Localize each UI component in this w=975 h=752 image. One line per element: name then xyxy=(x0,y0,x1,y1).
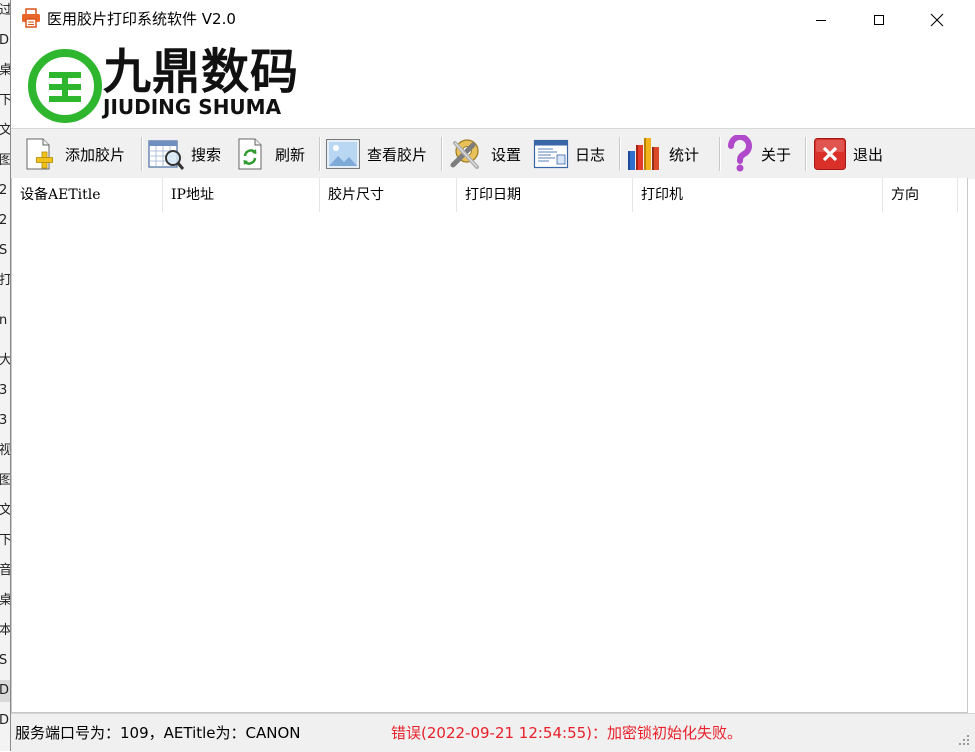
about-button[interactable]: 关于 xyxy=(725,132,791,176)
close-button[interactable] xyxy=(908,0,966,40)
toolbar-separator xyxy=(141,137,143,171)
log-button[interactable]: 日志 xyxy=(533,132,605,176)
view-film-button[interactable]: 查看胶片 xyxy=(325,132,427,176)
toolbar-separator xyxy=(619,137,621,171)
close-icon xyxy=(930,13,944,27)
log-label: 日志 xyxy=(575,145,606,164)
app-window: 医用胶片打印系统软件 V2.0 九鼎数码 JIUDING SHUMA 添加胶片 … xyxy=(10,0,975,752)
column-header-print-date[interactable]: 打印日期 xyxy=(457,178,633,212)
settings-button[interactable]: 设置 xyxy=(447,132,521,176)
toolbar-separator xyxy=(719,137,721,171)
settings-tools-icon xyxy=(450,139,479,169)
film-list[interactable]: 设备AETitle IP地址 胶片尺寸 打印日期 打印机 方向 xyxy=(11,178,968,713)
bar-chart-icon xyxy=(628,138,659,170)
toolbar-separator xyxy=(805,137,807,171)
search-calendar-icon xyxy=(148,140,185,170)
minimize-icon xyxy=(816,20,826,21)
status-bar: 服务端口号为：109，AETitle为：CANON 错误(2022-09-21 … xyxy=(11,713,975,752)
title-bar[interactable]: 医用胶片打印系统软件 V2.0 xyxy=(11,0,975,40)
column-header-printer[interactable]: 打印机 xyxy=(633,178,883,212)
column-header-ip[interactable]: IP地址 xyxy=(163,178,320,212)
view-image-icon xyxy=(326,139,360,169)
refresh-button[interactable]: 刷新 xyxy=(235,132,305,176)
list-body[interactable] xyxy=(12,212,967,712)
status-port-info: 服务端口号为：109，AETitle为：CANON xyxy=(15,724,301,742)
column-header-aetitle[interactable]: 设备AETitle xyxy=(12,178,163,212)
search-label: 搜索 xyxy=(191,145,222,164)
search-button[interactable]: 搜索 xyxy=(147,132,221,176)
add-film-icon xyxy=(26,138,53,170)
statistics-button[interactable]: 统计 xyxy=(625,132,699,176)
add-film-label: 添加胶片 xyxy=(65,145,126,164)
exit-label: 退出 xyxy=(853,145,884,164)
jiuding-logo-icon xyxy=(28,49,102,123)
list-header: 设备AETitle IP地址 胶片尺寸 打印日期 打印机 方向 xyxy=(12,178,967,212)
exit-x-icon xyxy=(814,138,846,170)
status-error-message: 错误(2022-09-21 12:54:55)：加密锁初始化失败。 xyxy=(391,724,743,742)
add-film-button[interactable]: 添加胶片 xyxy=(23,132,125,176)
toolbar-separator xyxy=(441,137,443,171)
exit-button[interactable]: 退出 xyxy=(813,132,883,176)
logo-banner: 九鼎数码 JIUDING SHUMA xyxy=(11,40,975,128)
maximize-icon xyxy=(874,15,884,25)
minimize-button[interactable] xyxy=(792,0,850,40)
logo-english-text: JIUDING SHUMA xyxy=(103,95,282,119)
resize-grip-icon[interactable] xyxy=(958,734,970,746)
toolbar-separator xyxy=(319,137,321,171)
maximize-button[interactable] xyxy=(850,0,908,40)
column-header-orientation[interactable]: 方向 xyxy=(883,178,958,212)
log-window-icon xyxy=(533,139,569,169)
toolbar: 添加胶片 搜索 刷新 查看胶片 设置 日志 统计 关于 退出 xyxy=(11,128,975,179)
about-label: 关于 xyxy=(761,145,792,164)
question-icon xyxy=(727,135,752,172)
statistics-label: 统计 xyxy=(669,145,700,164)
settings-label: 设置 xyxy=(491,145,522,164)
logo-chinese-text: 九鼎数码 xyxy=(103,44,300,100)
column-header-film-size[interactable]: 胶片尺寸 xyxy=(320,178,457,212)
window-title: 医用胶片打印系统软件 V2.0 xyxy=(47,10,236,28)
printer-app-icon xyxy=(22,8,40,28)
refresh-icon xyxy=(238,138,262,170)
view-film-label: 查看胶片 xyxy=(367,145,428,164)
refresh-label: 刷新 xyxy=(275,145,306,164)
